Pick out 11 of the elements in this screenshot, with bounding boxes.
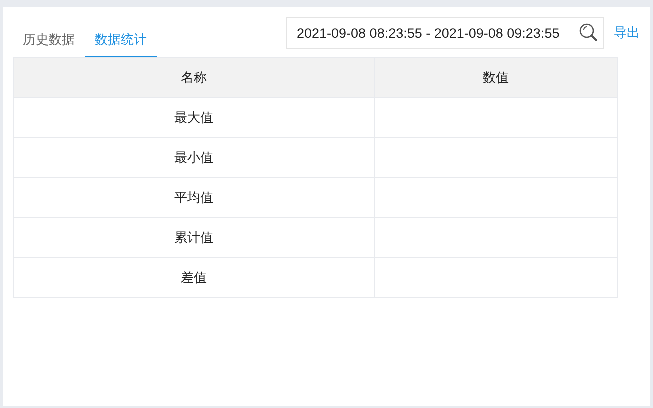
column-header: 名称 — [14, 58, 374, 98]
table-cell: 最小值 — [14, 138, 374, 178]
tab[interactable]: 历史数据 — [13, 24, 85, 57]
column-header: 数值 — [374, 58, 618, 98]
export-link[interactable]: 导出 — [614, 24, 640, 42]
date-range-field[interactable]: 2021-09-08 08:23:55 - 2021-09-08 09:23:55 — [286, 17, 604, 49]
search-icon[interactable] — [579, 23, 599, 43]
table-cell: 累计值 — [14, 218, 374, 258]
table-cell: 平均值 — [14, 178, 374, 218]
table-cell: 差值 — [14, 258, 374, 298]
table-cell: 最大值 — [14, 98, 374, 138]
